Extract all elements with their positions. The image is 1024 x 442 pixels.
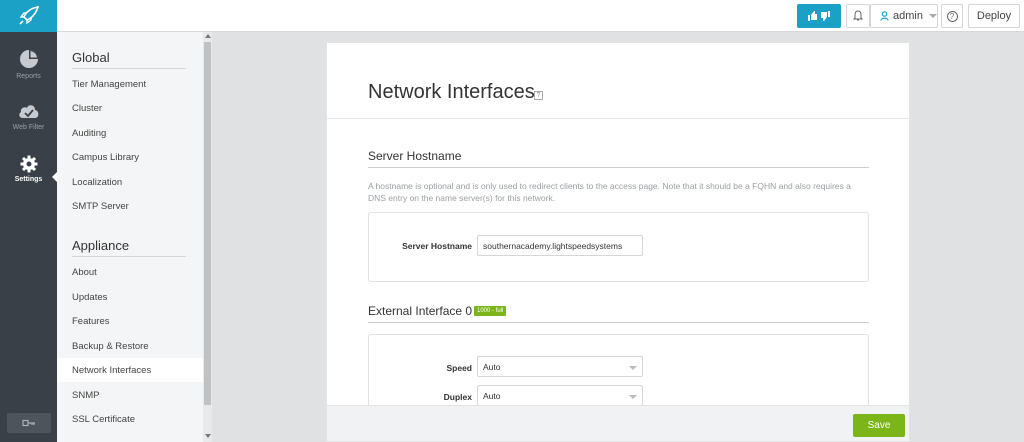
- duplex-select[interactable]: Auto: [477, 385, 643, 406]
- scroll-up-icon[interactable]: [205, 34, 211, 38]
- panel-footer: [327, 405, 909, 441]
- chevron-down-icon: [629, 366, 637, 370]
- duplex-value: Auto: [483, 390, 501, 401]
- feedback-button[interactable]: [797, 4, 841, 28]
- sidebar-item-about[interactable]: About: [57, 260, 203, 284]
- sidebar-item-updates[interactable]: Updates: [57, 285, 203, 309]
- cloud-icon: [18, 105, 38, 118]
- duplex-label: Duplex: [443, 392, 472, 402]
- rocket-logo-icon[interactable]: [0, 0, 57, 32]
- divider: [72, 256, 186, 257]
- save-button[interactable]: Save: [853, 414, 905, 437]
- hostname-form-box: Server Hostname southernacademy.lightspe…: [368, 212, 869, 282]
- section-title-external-interface: External Interface 0: [368, 304, 473, 318]
- left-rail: Reports Web Filter Settings: [0, 32, 58, 442]
- top-bar: admin ? Deploy: [0, 0, 1024, 32]
- rail-label: Settings: [14, 176, 43, 183]
- chevron-down-icon: [629, 395, 637, 399]
- speed-select[interactable]: Auto: [477, 356, 643, 377]
- rail-label: Reports: [16, 73, 41, 80]
- rail-item-settings[interactable]: Settings: [0, 155, 58, 203]
- chevron-down-icon: [928, 14, 937, 18]
- divider: [327, 118, 909, 119]
- sidebar-item-smtp-server[interactable]: SMTP Server: [57, 194, 203, 218]
- help-icon: ?: [946, 10, 958, 22]
- key-icon: [22, 419, 35, 427]
- sidebar-item-cluster[interactable]: Cluster: [57, 96, 203, 120]
- sidebar-item-snmp[interactable]: SNMP: [57, 383, 203, 407]
- collapse-button[interactable]: [7, 413, 51, 433]
- server-hostname-input[interactable]: southernacademy.lightspeedsystems: [477, 235, 643, 256]
- help-button[interactable]: ?: [941, 4, 963, 28]
- sidebar-item-network-interfaces[interactable]: Network Interfaces: [57, 358, 203, 382]
- sidebar-item-tier-management[interactable]: Tier Management: [57, 72, 203, 96]
- sidebar-item-ssl-certificate[interactable]: SSL Certificate: [57, 407, 203, 431]
- notifications-button[interactable]: [846, 4, 870, 28]
- user-icon: [880, 11, 889, 21]
- section-title-appliance: Appliance: [72, 238, 130, 253]
- divider: [368, 167, 869, 168]
- speed-value: Auto: [483, 361, 501, 372]
- divider: [72, 68, 186, 69]
- bell-icon: [853, 10, 863, 21]
- scroll-thumb[interactable]: [204, 42, 211, 405]
- sidebar-item-localization[interactable]: Localization: [57, 170, 203, 194]
- sidebar-scrollbar[interactable]: [203, 32, 212, 442]
- rail-item-web-filter[interactable]: Web Filter: [0, 101, 57, 149]
- sidebar-item-campus-library[interactable]: Campus Library: [57, 145, 203, 169]
- user-name: admin: [893, 10, 923, 22]
- server-hostname-label: Server Hostname: [402, 241, 472, 251]
- gear-icon: [20, 155, 37, 173]
- thumbs-up-down-icon: [808, 11, 830, 21]
- sidebar-item-backup-restore[interactable]: Backup & Restore: [57, 334, 203, 358]
- user-menu-button[interactable]: admin: [870, 4, 938, 28]
- sidebar-item-auditing[interactable]: Auditing: [57, 121, 203, 145]
- section-title-global: Global: [72, 50, 110, 65]
- link-status-badge: 1000 - full: [474, 306, 507, 316]
- sidebar-item-features[interactable]: Features: [57, 309, 203, 333]
- settings-sidebar: Global Tier Management Cluster Auditing …: [57, 32, 203, 442]
- help-icon[interactable]: ?: [534, 91, 543, 100]
- main-panel: Network Interfaces ? Server Hostname A h…: [326, 42, 910, 442]
- rail-label: Web Filter: [12, 124, 45, 131]
- section-title-server-hostname: Server Hostname: [368, 149, 462, 163]
- scroll-down-icon[interactable]: [205, 434, 211, 438]
- pie-chart-icon: [19, 50, 38, 68]
- speed-label: Speed: [446, 363, 472, 373]
- deploy-button[interactable]: Deploy: [968, 4, 1020, 28]
- hostname-description: A hostname is optional and is only used …: [368, 181, 851, 203]
- page-title: Network Interfaces: [368, 81, 535, 103]
- rail-item-reports[interactable]: Reports: [0, 48, 57, 96]
- divider: [368, 322, 869, 323]
